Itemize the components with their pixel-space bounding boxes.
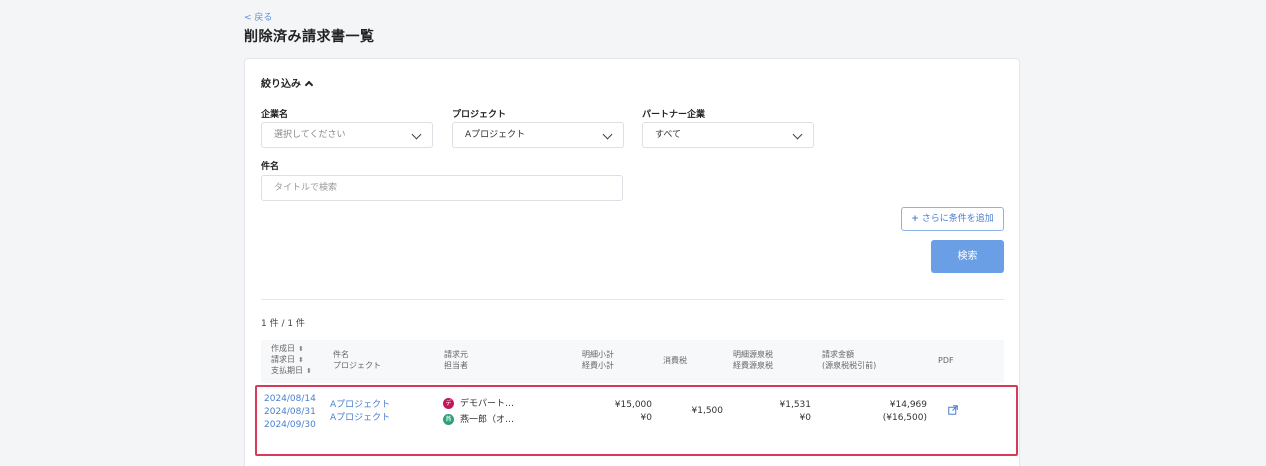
chevron-up-icon [304, 80, 314, 90]
header-billed-label: 請求日 [271, 355, 295, 364]
header-detail-subtotal-label: 明細小計 [582, 350, 614, 359]
header-expense-withholding-label: 経費源泉税 [733, 361, 773, 370]
header-subject: 件名 プロジェクト [333, 349, 381, 371]
header-detail-withholding-label: 明細源泉税 [733, 350, 773, 359]
row-highlight-box [255, 385, 1018, 456]
chevron-down-icon [792, 129, 803, 140]
add-condition-label: さらに条件を追加 [921, 214, 994, 224]
filter-toggle[interactable]: 絞り込み [261, 75, 314, 90]
header-tax: 消費税 [663, 356, 687, 365]
header-billing-to-label: 請求元 [444, 350, 468, 359]
subject-search-input[interactable]: タイトルで検索 [261, 175, 623, 201]
partner-label: パートナー企業 [642, 110, 706, 120]
header-project-label: プロジェクト [333, 361, 381, 370]
back-link[interactable]: < 戻る [244, 10, 272, 23]
divider [261, 299, 1004, 300]
header-billing-to: 請求元 担当者 [444, 349, 468, 371]
sort-icon[interactable]: ⬍ [298, 356, 304, 364]
page-title: 削除済み請求書一覧 [244, 29, 375, 45]
partner-select[interactable]: すべて [642, 122, 814, 148]
subject-label: 件名 [261, 162, 280, 172]
search-button[interactable]: 検索 [931, 240, 1004, 273]
project-label: プロジェクト [452, 110, 507, 120]
company-select[interactable]: 選択してください [261, 122, 433, 148]
header-subject-label: 件名 [333, 350, 349, 359]
header-created-label: 作成日 [271, 344, 295, 353]
result-count: 1 件 / 1 件 [261, 319, 305, 329]
header-amount-note: (源泉税税引前) [822, 361, 877, 370]
company-label: 企業名 [261, 110, 289, 120]
project-select[interactable]: Aプロジェクト [452, 122, 624, 148]
sort-icon[interactable]: ⬍ [306, 367, 312, 375]
header-amount: 請求金額 (源泉税税引前) [822, 349, 876, 371]
sort-icon[interactable]: ⬍ [298, 345, 304, 353]
company-select-value: 選択してください [274, 130, 346, 140]
table-header: 作成日 ⬍ 請求日 ⬍ 支払期日 ⬍ 件名 プロジェクト 請求元 担当者 明細小計 経… [261, 340, 1004, 383]
filter-title-label: 絞り込み [261, 79, 301, 90]
header-pdf: PDF [938, 356, 954, 365]
header-due-label: 支払期日 [271, 366, 303, 375]
plus-icon: + [911, 214, 919, 224]
header-amount-label: 請求金額 [822, 350, 854, 359]
chevron-down-icon [602, 129, 613, 140]
header-withholding: 明細源泉税 経費源泉税 [733, 349, 773, 371]
header-expense-subtotal-label: 経費小計 [582, 361, 614, 370]
header-due: 支払期日 ⬍ [271, 365, 312, 377]
add-condition-button[interactable]: + さらに条件を追加 [901, 207, 1004, 231]
project-select-value: Aプロジェクト [465, 130, 526, 140]
header-subtotals: 明細小計 経費小計 [582, 349, 614, 371]
chevron-down-icon [411, 129, 422, 140]
partner-select-value: すべて [655, 130, 682, 140]
header-assignee-label: 担当者 [444, 361, 468, 370]
